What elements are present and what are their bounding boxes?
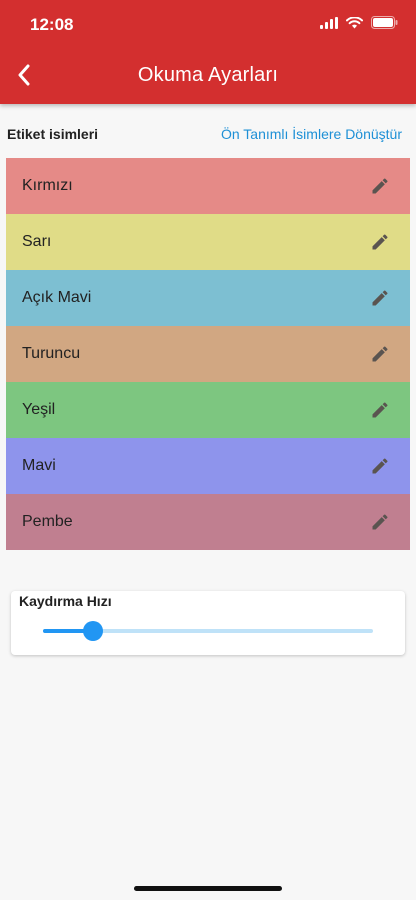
scroll-speed-title: Kaydırma Hızı xyxy=(19,593,112,609)
labels-list: Kırmızı Sarı Açık Mavi Turuncu Yeşil Mav… xyxy=(6,158,410,550)
edit-icon[interactable] xyxy=(368,230,392,254)
edit-icon[interactable] xyxy=(368,286,392,310)
edit-icon[interactable] xyxy=(368,342,392,366)
label-name: Sarı xyxy=(22,233,52,250)
label-row-orange[interactable]: Turuncu xyxy=(6,326,410,382)
edit-icon[interactable] xyxy=(368,510,392,534)
label-row-pink[interactable]: Pembe xyxy=(6,494,410,550)
label-name: Pembe xyxy=(22,513,73,530)
label-row-yellow[interactable]: Sarı xyxy=(6,214,410,270)
slider-thumb[interactable] xyxy=(82,621,103,641)
home-indicator xyxy=(134,886,282,891)
label-row-light-blue[interactable]: Açık Mavi xyxy=(6,270,410,326)
status-icons xyxy=(320,16,398,34)
label-row-red[interactable]: Kırmızı xyxy=(6,158,410,214)
status-time: 12:08 xyxy=(30,15,74,34)
scroll-speed-card: Kaydırma Hızı xyxy=(11,591,405,655)
wifi-icon xyxy=(346,16,363,34)
reset-default-names-link[interactable]: Ön Tanımlı İsimlere Dönüştür xyxy=(221,126,402,142)
label-name: Turuncu xyxy=(22,345,81,362)
label-row-blue[interactable]: Mavi xyxy=(6,438,410,494)
battery-icon xyxy=(371,16,398,34)
edit-icon[interactable] xyxy=(368,454,392,478)
label-row-green[interactable]: Yeşil xyxy=(6,382,410,438)
label-name: Açık Mavi xyxy=(22,289,92,306)
app-bar: 12:08 Okuma Ayarları xyxy=(0,0,416,104)
page-title: Okuma Ayarları xyxy=(137,64,279,86)
labels-section-header: Etiket isimleri Ön Tanımlı İsimlere Dönü… xyxy=(7,124,402,144)
label-name: Kırmızı xyxy=(22,177,73,194)
scroll-speed-slider[interactable] xyxy=(43,621,373,641)
label-name: Mavi xyxy=(22,457,56,474)
signal-icon xyxy=(320,16,338,34)
labels-heading: Etiket isimleri xyxy=(7,126,99,142)
label-name: Yeşil xyxy=(22,401,56,418)
edit-icon[interactable] xyxy=(368,174,392,198)
edit-icon[interactable] xyxy=(368,398,392,422)
